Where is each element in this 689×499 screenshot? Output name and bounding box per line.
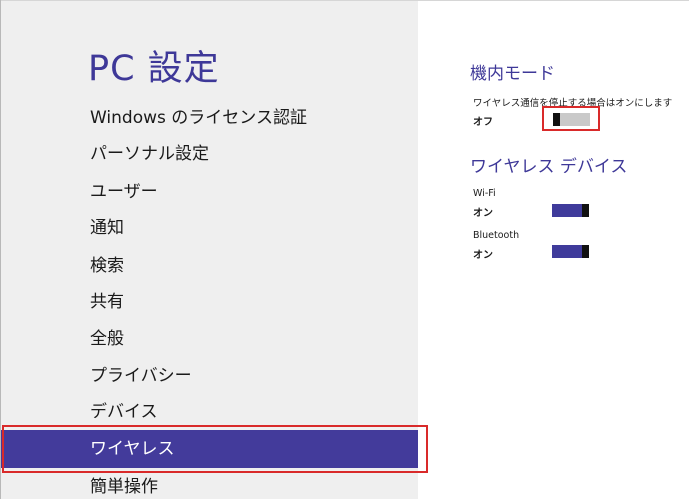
nav-item-share[interactable]: 共有	[1, 283, 418, 321]
nav-item-users[interactable]: ユーザー	[1, 173, 418, 211]
bluetooth-toggle[interactable]	[552, 245, 589, 258]
toggle-knob	[553, 113, 560, 126]
airplane-mode-toggle[interactable]	[553, 113, 590, 126]
nav-item-privacy[interactable]: プライバシー	[1, 357, 418, 395]
page-title: PC 設定	[88, 49, 220, 89]
nav-item-wireless[interactable]: ワイヤレス	[1, 430, 418, 468]
airplane-mode-description: ワイヤレス通信を停止する場合はオンにします	[473, 98, 673, 109]
nav-item-general[interactable]: 全般	[1, 320, 418, 358]
wireless-devices-title: ワイヤレス デバイス	[470, 157, 628, 177]
nav-item-activation[interactable]: Windows のライセンス認証	[1, 99, 418, 137]
wifi-label: Wi-Fi	[473, 188, 496, 199]
nav-item-personalize[interactable]: パーソナル設定	[1, 135, 418, 173]
wifi-state: オン	[473, 208, 493, 219]
wifi-toggle[interactable]	[552, 204, 589, 217]
toggle-knob	[582, 204, 589, 217]
bluetooth-label: Bluetooth	[473, 230, 520, 241]
nav-item-search[interactable]: 検索	[1, 247, 418, 285]
airplane-mode-title: 機内モード	[470, 64, 555, 84]
settings-nav-pane: PC 設定 Windows のライセンス認証 パーソナル設定 ユーザー 通知 検…	[1, 1, 418, 499]
toggle-knob	[582, 245, 589, 258]
airplane-mode-state: オフ	[473, 117, 493, 128]
bluetooth-state: オン	[473, 250, 493, 261]
nav-item-devices[interactable]: デバイス	[1, 393, 418, 431]
nav-item-ease-of-access[interactable]: 簡単操作	[1, 468, 418, 499]
nav-item-notifications[interactable]: 通知	[1, 209, 418, 247]
